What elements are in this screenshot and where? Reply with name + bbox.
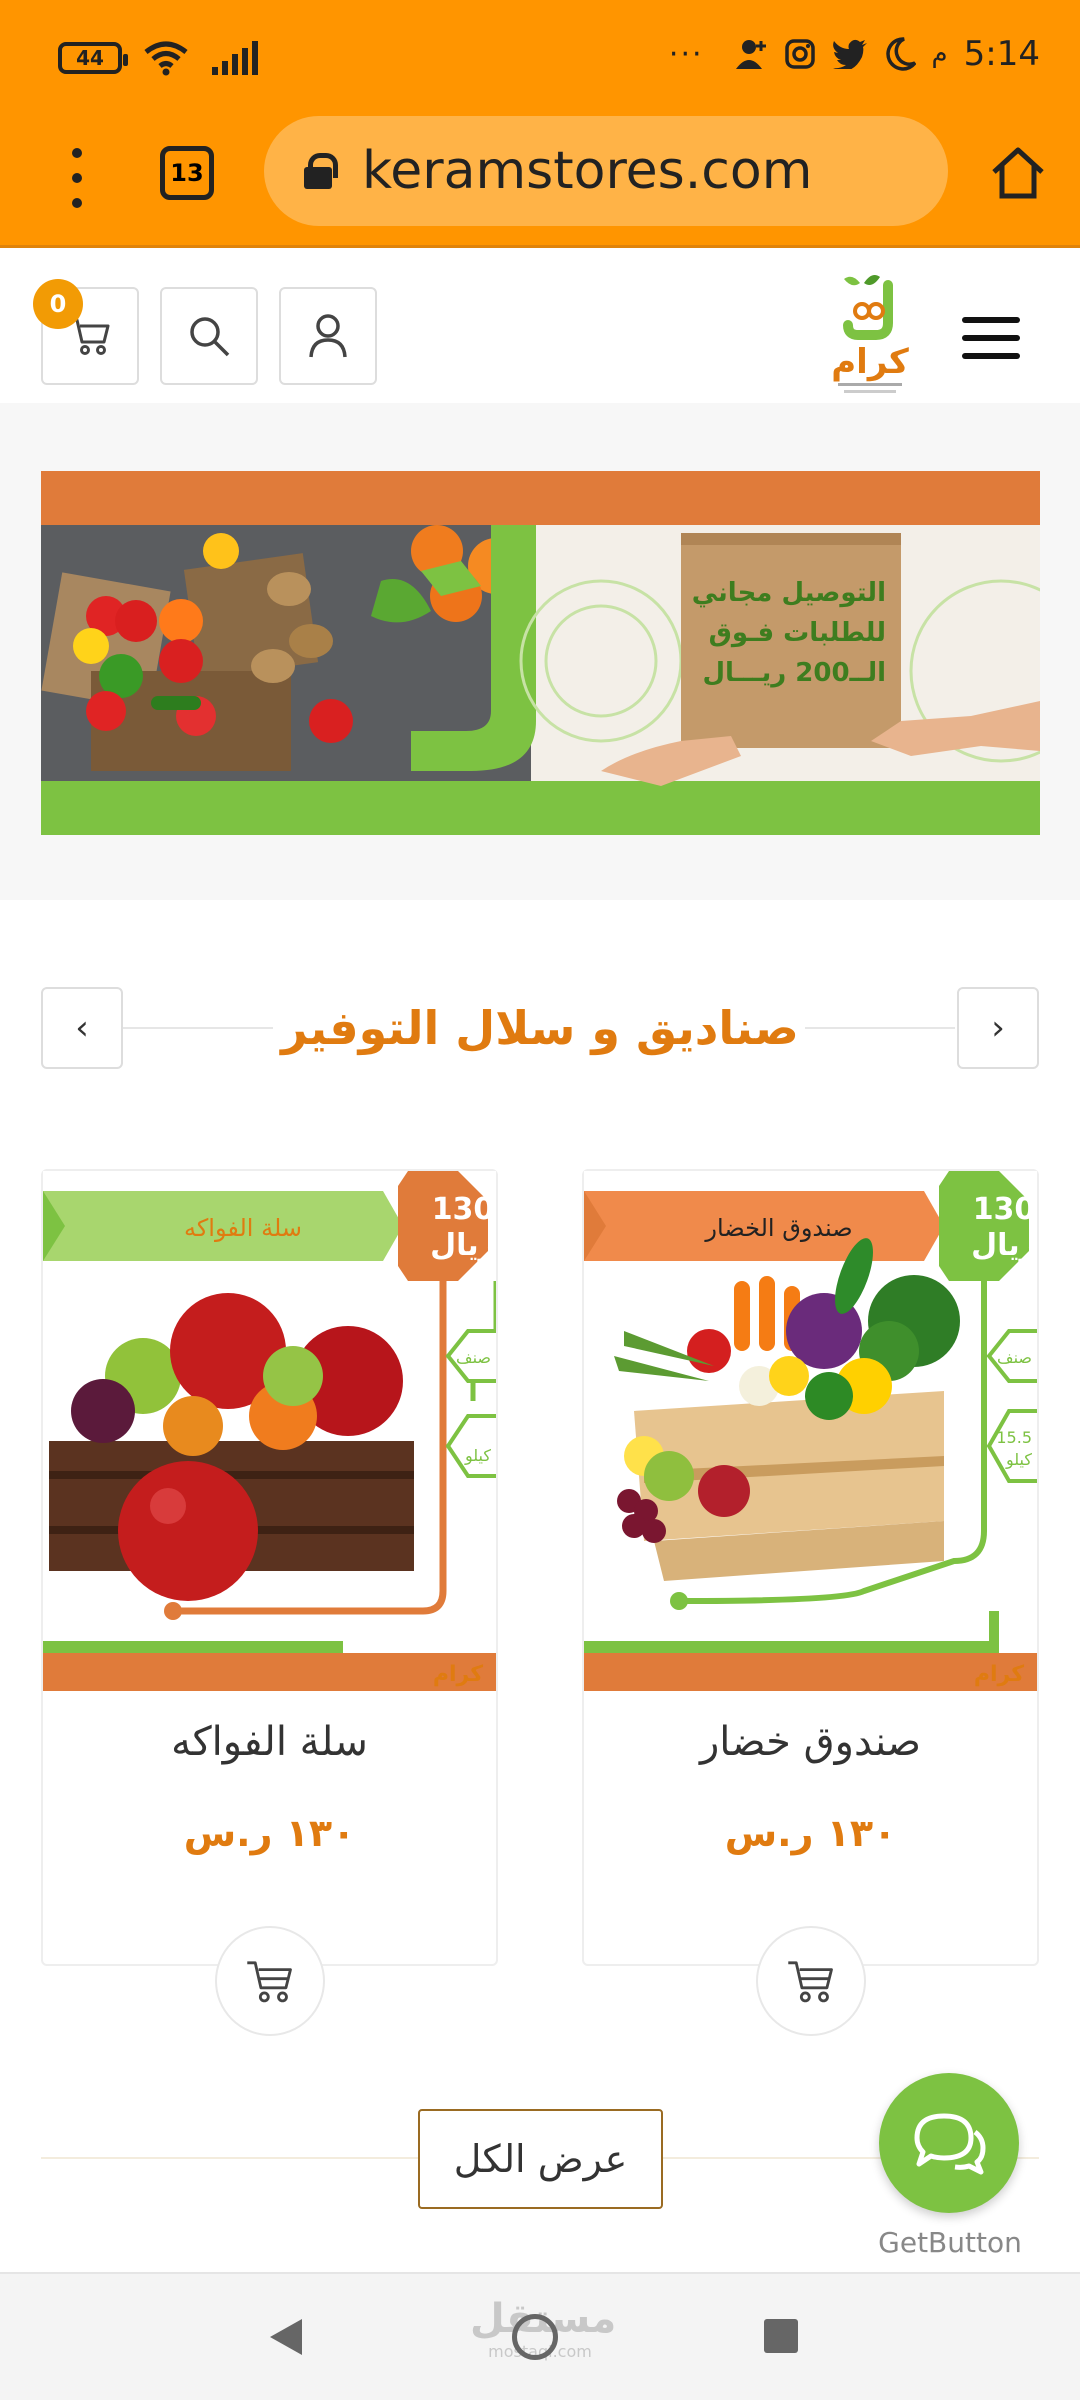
price-badge-unit: ريال <box>971 1228 1037 1263</box>
promo-banner[interactable]: التوصيل مجاني للطلبات فـوق الــ200 ريـــ… <box>41 471 1040 835</box>
add-to-cart-button[interactable] <box>215 1926 325 2036</box>
more-notifications: ··· <box>668 36 704 72</box>
product-price: ١٣٠ ر.س <box>724 1811 897 1855</box>
price-badge-amount: 130 <box>973 1192 1036 1227</box>
lock-icon <box>304 153 338 189</box>
signal-icon <box>212 41 258 75</box>
battery-icon: 44 <box>58 42 128 74</box>
price-badge-unit: ريال <box>430 1228 496 1263</box>
url-text: keramstores.com <box>362 141 813 201</box>
clock: 5:14 <box>963 34 1040 74</box>
carousel-next-button[interactable]: › <box>957 987 1039 1069</box>
product-name[interactable]: سلة الفواكه <box>43 1719 496 1765</box>
search-icon <box>190 317 230 357</box>
add-to-cart-button[interactable] <box>756 1926 866 2036</box>
product-image[interactable]: سلة الفواكه 130 ريال صنف كيلو كرام <box>43 1171 496 1691</box>
section-header: ‹ صناديق و سلال التوفير › <box>0 985 1080 1071</box>
status-right: ··· م 5:14 <box>669 34 1040 74</box>
logo-text: كرام <box>831 342 909 382</box>
status-left: 44 <box>58 40 258 76</box>
home-icon[interactable] <box>990 144 1046 202</box>
product-tag: صندوق الخضار <box>704 1214 852 1242</box>
product-tag: سلة الفواكه <box>184 1214 302 1242</box>
browser-menu-icon[interactable] <box>64 148 90 208</box>
product-image-graphic: صندوق الخضار 130 ريال صنف 15.5 كيلو كرام <box>584 1171 1037 1691</box>
chat-widget-button[interactable] <box>879 2073 1019 2213</box>
cart-count-badge: 0 <box>33 279 83 329</box>
cart-icon <box>788 1961 833 2003</box>
product-image-graphic: سلة الفواكه 130 ريال صنف كيلو كرام <box>43 1171 496 1691</box>
mini-logo: كرام <box>974 1662 1024 1687</box>
product-side-unit: كيلو <box>464 1446 491 1466</box>
chat-bubbles-icon <box>914 2113 986 2175</box>
hero-section: التوصيل مجاني للطلبات فـوق الــ200 ريـــ… <box>0 403 1080 900</box>
chevron-right-icon: › <box>991 1008 1005 1048</box>
user-icon <box>309 314 347 358</box>
home-circle-icon[interactable] <box>512 2314 558 2360</box>
hamburger-menu-icon[interactable] <box>962 317 1020 359</box>
banner-line-1: التوصيل مجاني <box>692 578 886 608</box>
view-all-button[interactable]: عرض الكل <box>418 2109 663 2209</box>
account-button[interactable] <box>279 287 377 385</box>
product-image[interactable]: صندوق الخضار 130 ريال صنف 15.5 كيلو كرام <box>584 1171 1037 1691</box>
section-title: صناديق و سلال التوفير <box>281 1001 799 1055</box>
search-button[interactable] <box>160 287 258 385</box>
back-icon[interactable] <box>270 2319 302 2355</box>
mini-logo: كرام <box>433 1662 483 1687</box>
carousel-prev-button[interactable]: ‹ <box>41 987 123 1069</box>
battery-level: 44 <box>76 46 104 70</box>
status-bar: 44 ··· م 5:14 <box>0 0 1080 112</box>
cart-button[interactable]: 0 <box>33 279 139 385</box>
system-navigation-bar: مستقل mostaql.com <box>0 2272 1080 2400</box>
product-price: ١٣٠ ر.س <box>183 1811 356 1855</box>
getbutton-label[interactable]: GetButton <box>870 2226 1030 2259</box>
am-pm: م <box>931 39 948 69</box>
recent-apps-icon[interactable] <box>764 2319 798 2353</box>
logo-mark-icon: كرام <box>831 275 909 393</box>
promo-banner-graphic: التوصيل مجاني للطلبات فـوق الــ200 ريـــ… <box>41 471 1040 835</box>
site-header: 0 كرام <box>0 251 1080 403</box>
chevron-left-icon: ‹ <box>75 1008 89 1048</box>
divider <box>123 1027 273 1029</box>
instagram-icon <box>784 39 815 69</box>
product-name[interactable]: صندوق خضار <box>584 1719 1037 1765</box>
product-side-label: صنف <box>456 1348 491 1367</box>
product-side-label: صنف <box>997 1348 1032 1367</box>
add-contact-icon <box>735 40 766 69</box>
banner-line-2: للطلبات فـوق <box>709 618 886 648</box>
wifi-icon <box>144 41 188 76</box>
site-logo[interactable]: كرام <box>830 271 940 403</box>
product-card[interactable]: سلة الفواكه 130 ريال صنف كيلو كرام سلة ا… <box>41 1169 498 2036</box>
cart-icon <box>247 1961 292 2003</box>
product-card[interactable]: صندوق الخضار 130 ريال صنف 15.5 كيلو كرام… <box>582 1169 1039 2036</box>
product-side-number: 15.5 <box>996 1428 1032 1447</box>
address-bar[interactable]: keramstores.com <box>264 116 948 226</box>
do-not-disturb-icon <box>885 37 916 71</box>
divider <box>805 1027 955 1029</box>
banner-line-3: الــ200 ريـــال <box>703 658 887 688</box>
product-side-unit: كيلو <box>1005 1450 1032 1470</box>
browser-toolbar: 13 keramstores.com <box>0 112 1080 248</box>
twitter-icon <box>832 39 867 69</box>
tab-switcher-button[interactable]: 13 <box>160 146 214 200</box>
price-badge-amount: 130 <box>432 1192 495 1227</box>
